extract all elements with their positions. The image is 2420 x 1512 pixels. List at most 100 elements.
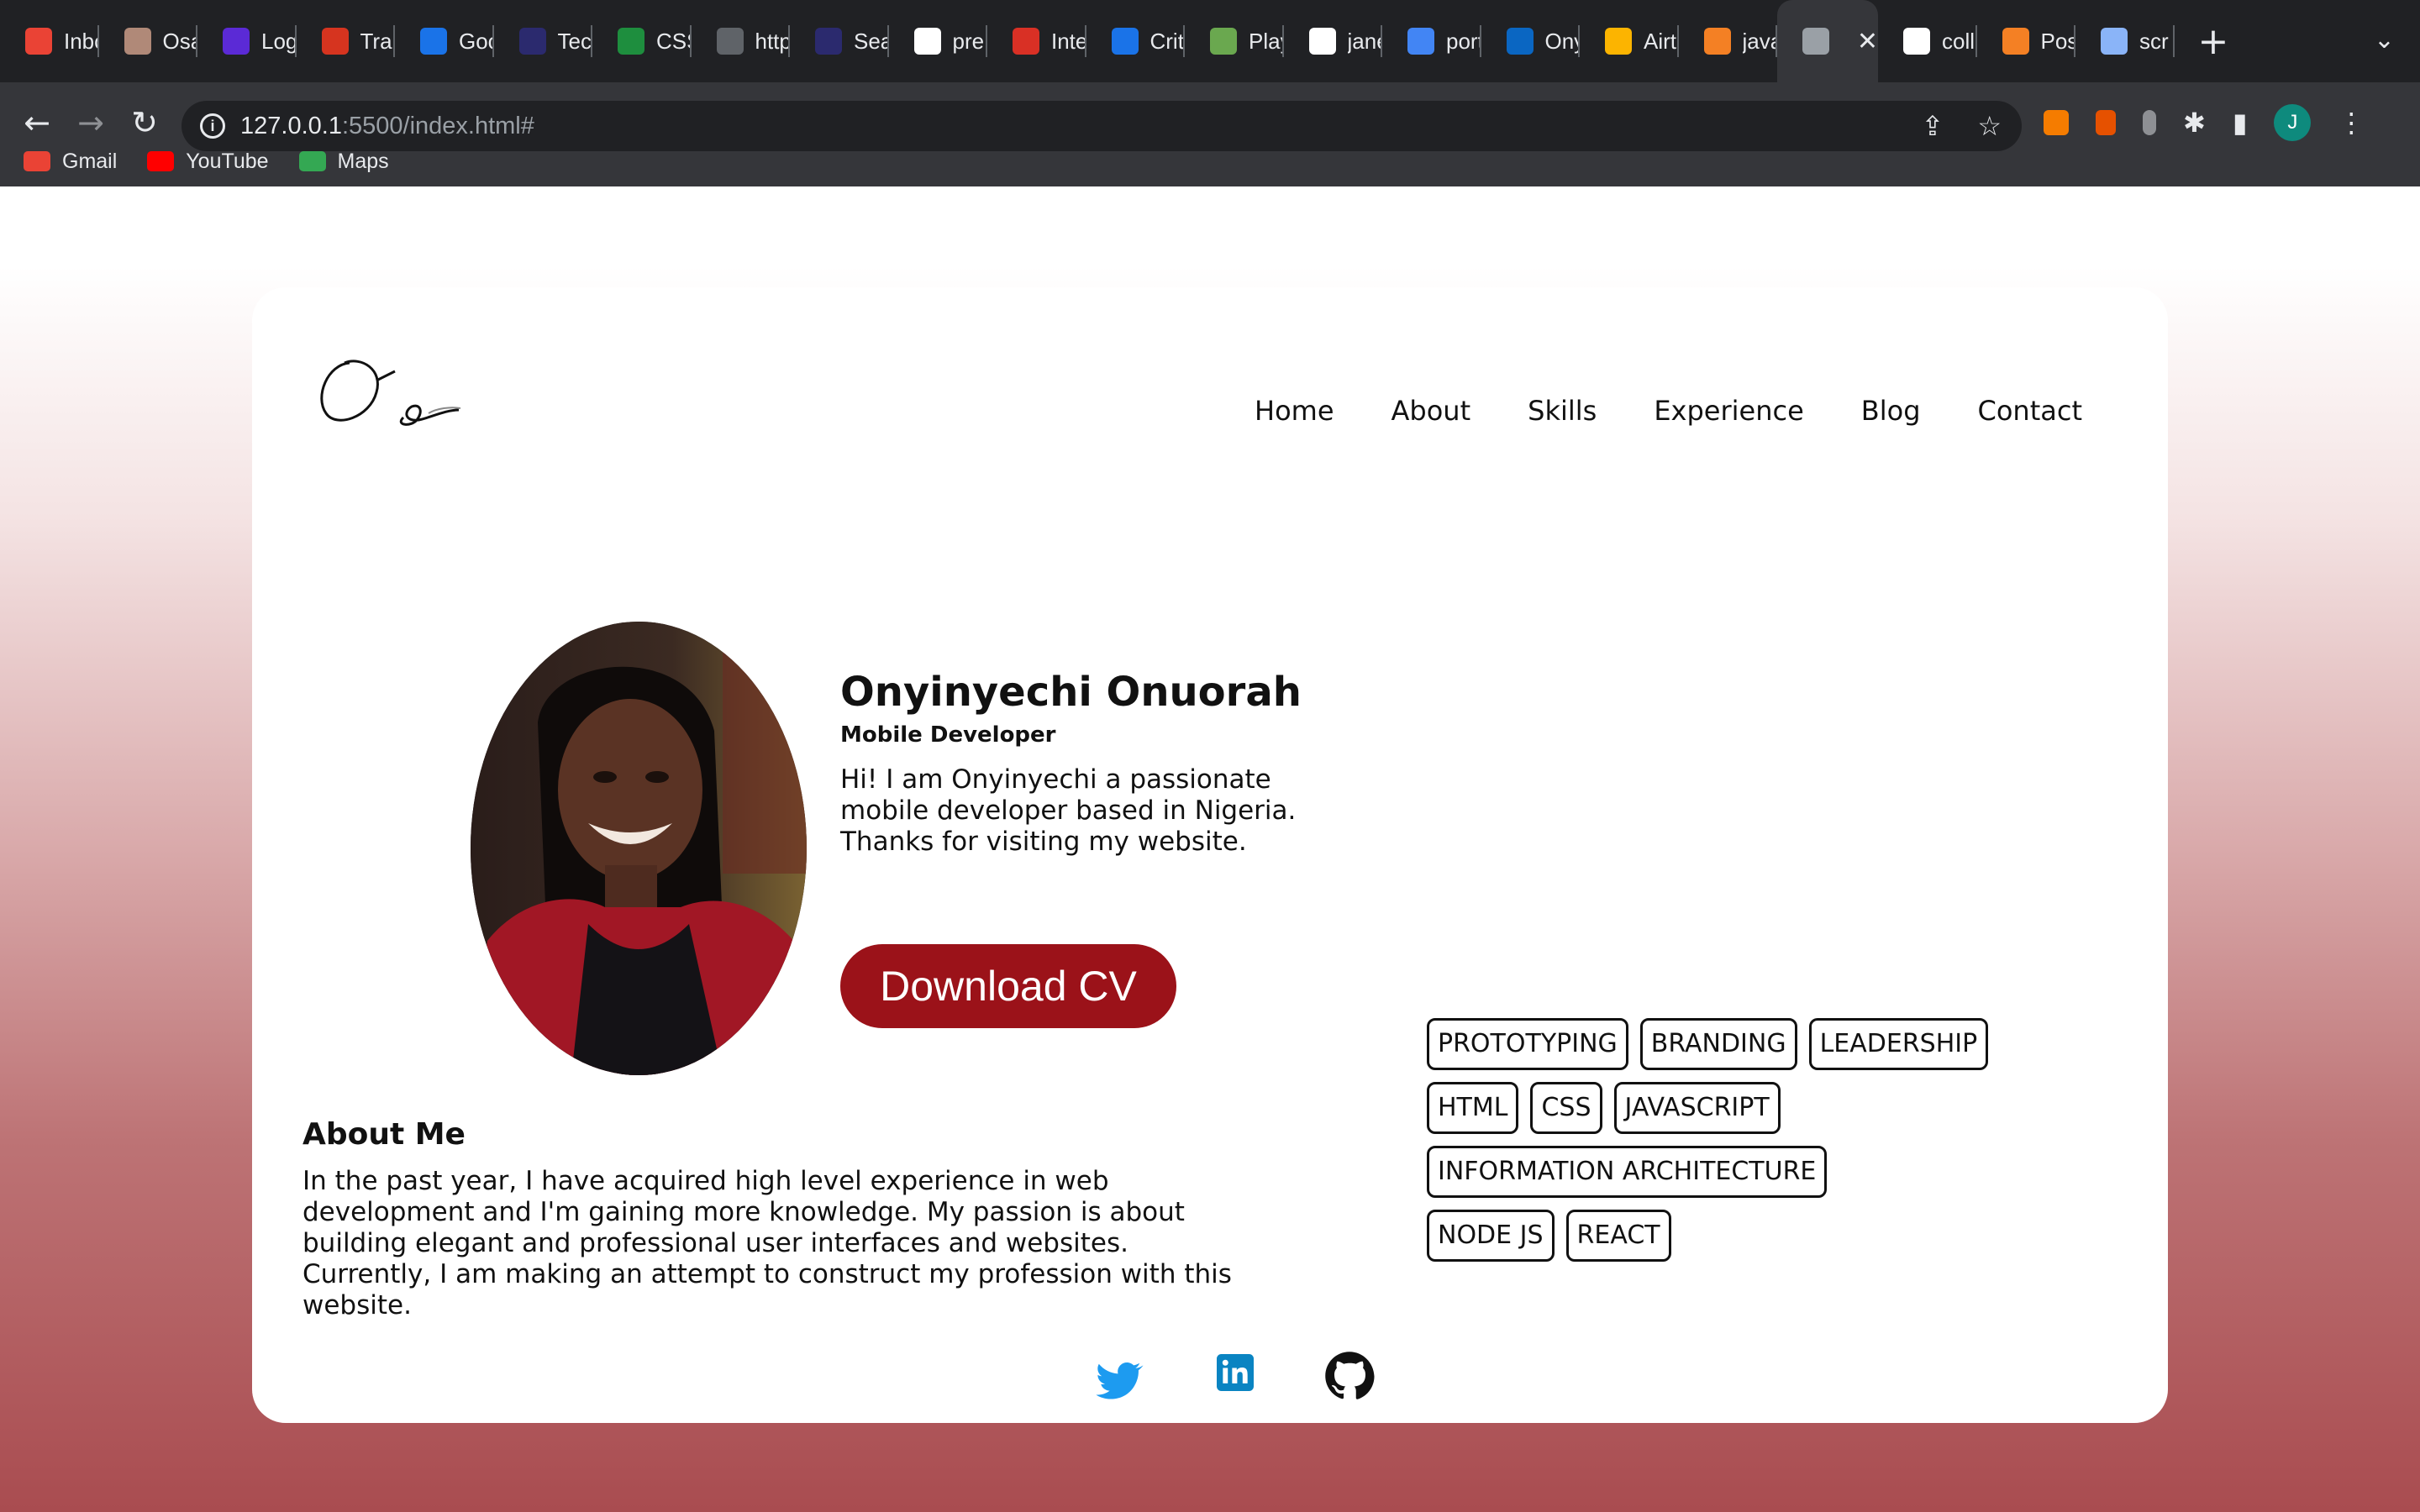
close-tab-icon[interactable]: ✕ [1857,27,1878,56]
tab-title: Inte [1051,28,1085,54]
train-icon [321,28,349,55]
browser-tab[interactable]: Crit [1086,0,1186,82]
profile-role: Mobile Developer [840,722,1056,748]
browser-tab[interactable]: http [692,0,791,82]
tab-strip: Inbox Osa Log Trai Goo Tec CSS http Sea pre Inte Cr… [0,0,2420,82]
profile-avatar[interactable]: J [2274,104,2312,141]
skill-tag: NODE JS [1427,1210,1555,1262]
bookmark-gmail[interactable]: Gmail [24,150,117,174]
browser-tab[interactable]: jane [1284,0,1383,82]
new-tab-button[interactable]: + [2198,20,2229,63]
back-arrow-icon[interactable]: ← [13,99,60,146]
github-icon [1308,28,1336,55]
skill-tag: PROTOTYPING [1427,1018,1628,1070]
skill-row: HTML CSS JAVASCRIPT [1427,1082,2015,1134]
share-icon[interactable]: ⇪ [1922,110,1944,142]
bookmark-label: YouTube [186,149,269,173]
airtable-icon [1605,28,1632,55]
tab-title: Sea [854,28,887,54]
tab-title: Tec [557,28,592,54]
tech-icon [518,28,546,55]
download-cv-button[interactable]: Download CV [840,944,1176,1028]
google-icon [913,28,941,55]
nav-blog[interactable]: Blog [1861,395,1921,427]
browser-tab[interactable]: Osa [99,0,198,82]
browser-tab[interactable]: ✕ [1777,0,1878,82]
site-info-icon[interactable]: i [200,113,225,139]
extension-grey-icon[interactable] [2143,110,2156,135]
tab-title: CSS [656,28,690,54]
browser-tab[interactable]: CSS [592,0,692,82]
extensions-area: ✱ ▮ J ⋮ [2044,99,2365,146]
browser-tab[interactable]: Pos [1977,0,2076,82]
browser-tab[interactable]: Log [197,0,297,82]
browser-tab[interactable]: Ony [1481,0,1581,82]
log-icon [223,28,250,55]
browser-tab[interactable]: Sea [790,0,889,82]
tab-title: Crit [1150,28,1184,54]
bookmark-label: Gmail [62,149,118,173]
nav-experience[interactable]: Experience [1654,395,1803,427]
browser-tab[interactable]: Trai [297,0,396,82]
extension-megaphone-icon[interactable] [2044,110,2069,135]
browser-tab[interactable]: Inbox [0,0,99,82]
browser-tab[interactable]: coll [1878,0,1977,82]
twitter-icon[interactable] [1092,1357,1144,1406]
skill-tag: CSS [1530,1082,1602,1134]
tab-title: Inbox [64,28,97,54]
github-icon[interactable] [1324,1351,1375,1401]
browser-tab[interactable]: Goo [395,0,494,82]
browser-tab[interactable]: Play [1185,0,1284,82]
skill-tag: LEADERSHIP [1808,1018,1989,1070]
nav-home[interactable]: Home [1255,395,1334,427]
docs-icon [1407,28,1434,55]
bookmark-youtube[interactable]: YouTube [147,149,269,174]
signature-logo[interactable] [311,346,462,438]
tab-title: http [755,28,789,54]
tab-title: port [1446,28,1480,54]
side-panel-icon[interactable]: ▮ [2233,107,2248,139]
nav-about[interactable]: About [1392,395,1471,427]
bookmark-maps[interactable]: Maps [298,149,389,174]
profile-icon [124,28,151,55]
linkedin-icon[interactable] [1217,1354,1254,1391]
gmail-icon [24,151,50,171]
nav-contact[interactable]: Contact [1978,395,2083,427]
tab-title: scr [2139,28,2169,54]
skill-row: INFORMATION ARCHITECTURE [1427,1146,2015,1198]
tab-title: coll [1942,28,1975,54]
kebab-menu-icon[interactable]: ⋮ [2338,107,2365,139]
browser-tab[interactable]: pre [889,0,988,82]
gmail-icon [25,28,52,55]
tab-search-icon[interactable]: ⌄ [2374,25,2395,55]
forward-arrow-icon[interactable]: → [67,99,114,146]
stackoverflow-icon [1703,28,1731,55]
tab-title: Pos [2040,28,2075,54]
address-bar[interactable]: i 127.0.0.1:5500/index.html# ⇪ ☆ [182,101,2022,151]
globe-icon [716,28,744,55]
tab-title: Log [261,28,295,54]
browser-tab[interactable]: port [1382,0,1481,82]
social-links [1092,1351,1378,1410]
skills-list: PROTOTYPING BRANDING LEADERSHIP HTML CSS JAVA… [1427,1018,2015,1273]
reload-icon[interactable]: ↻ [121,99,168,146]
nav-skills[interactable]: Skills [1528,395,1597,427]
browser-tab[interactable]: Inte [987,0,1086,82]
skill-row: NODE JS REACT [1427,1210,2015,1262]
calendar-icon [420,28,447,55]
tab-title: Play [1249,28,1282,54]
portfolio-card: Home About Skills Experience Blog Contac… [252,287,2168,1423]
bookmark-star-icon[interactable]: ☆ [1977,110,2002,142]
skill-row: PROTOTYPING BRANDING LEADERSHIP [1427,1018,2015,1070]
css-icon [618,28,644,55]
speedometer-icon [1013,28,1039,55]
browser-tab[interactable]: java [1679,0,1778,82]
puzzle-icon[interactable]: ✱ [2183,107,2206,139]
bookmark-label: Maps [337,149,389,173]
about-text: In the past year, I have acquired high l… [302,1166,1232,1320]
browser-tab[interactable]: Tec [494,0,593,82]
browser-tab[interactable]: Airt [1580,0,1679,82]
browser-tab[interactable]: scr [2075,0,2175,82]
extension-pen-icon[interactable] [2096,110,2116,135]
youtube-icon [147,151,175,171]
